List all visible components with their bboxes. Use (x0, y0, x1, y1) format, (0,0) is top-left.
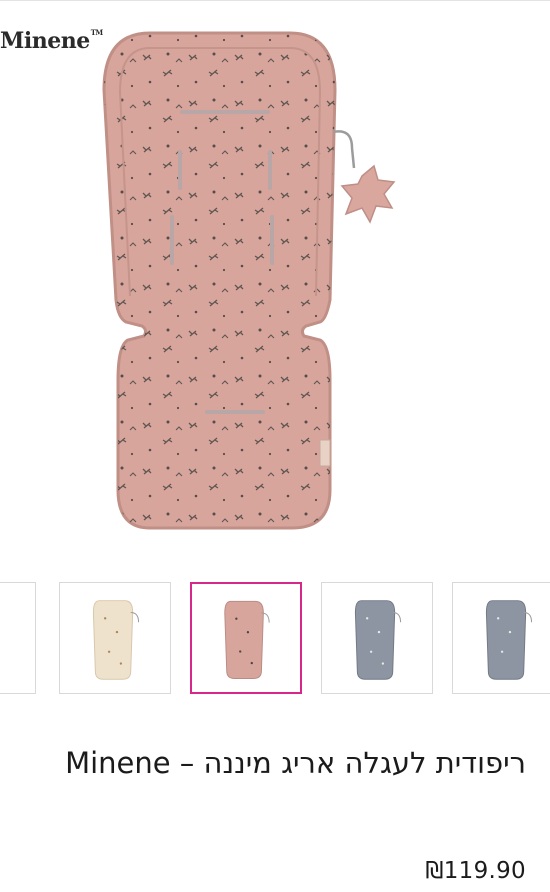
thumbnail-item[interactable] (59, 582, 171, 694)
thumbnail-item[interactable] (452, 582, 550, 694)
thumbnail-strip[interactable] (0, 582, 550, 697)
product-main-image[interactable] (0, 0, 550, 560)
thumbnail-item[interactable] (0, 582, 36, 694)
brand-logo: MineneTM (0, 28, 103, 54)
brand-name: Minene (0, 28, 90, 54)
product-title: ריפודית לעגלה אריג מיננה – Minene (65, 746, 526, 780)
thumbnail-item[interactable] (321, 582, 433, 694)
hanging-clip (332, 130, 356, 169)
star-toy (340, 164, 396, 224)
brand-tm: TM (90, 28, 103, 37)
product-price: ₪119.90 (425, 858, 526, 884)
thumbnail-item-selected[interactable] (190, 582, 302, 694)
